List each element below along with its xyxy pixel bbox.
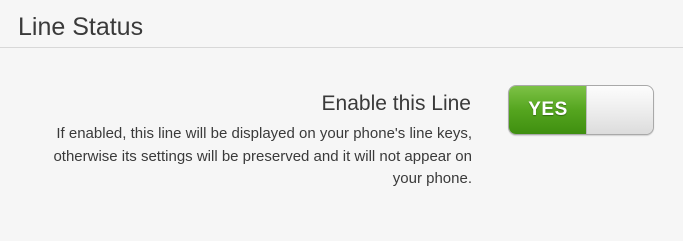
line-status-panel: Line Status Enable this Line If enabled,… (0, 0, 683, 241)
toggle-on-segment: YES (509, 86, 587, 134)
section-title: Line Status (18, 13, 144, 41)
setting-help-text: If enabled, this line will be displayed … (53, 125, 472, 187)
enable-line-toggle[interactable]: YES (508, 85, 654, 135)
toggle-on-label: YES (528, 99, 568, 120)
enable-line-setting: Enable this Line If enabled, this line w… (0, 49, 683, 241)
setting-label: Enable this Line (321, 92, 471, 115)
toggle-knob[interactable] (586, 86, 653, 134)
section-header: Line Status (0, 0, 683, 48)
